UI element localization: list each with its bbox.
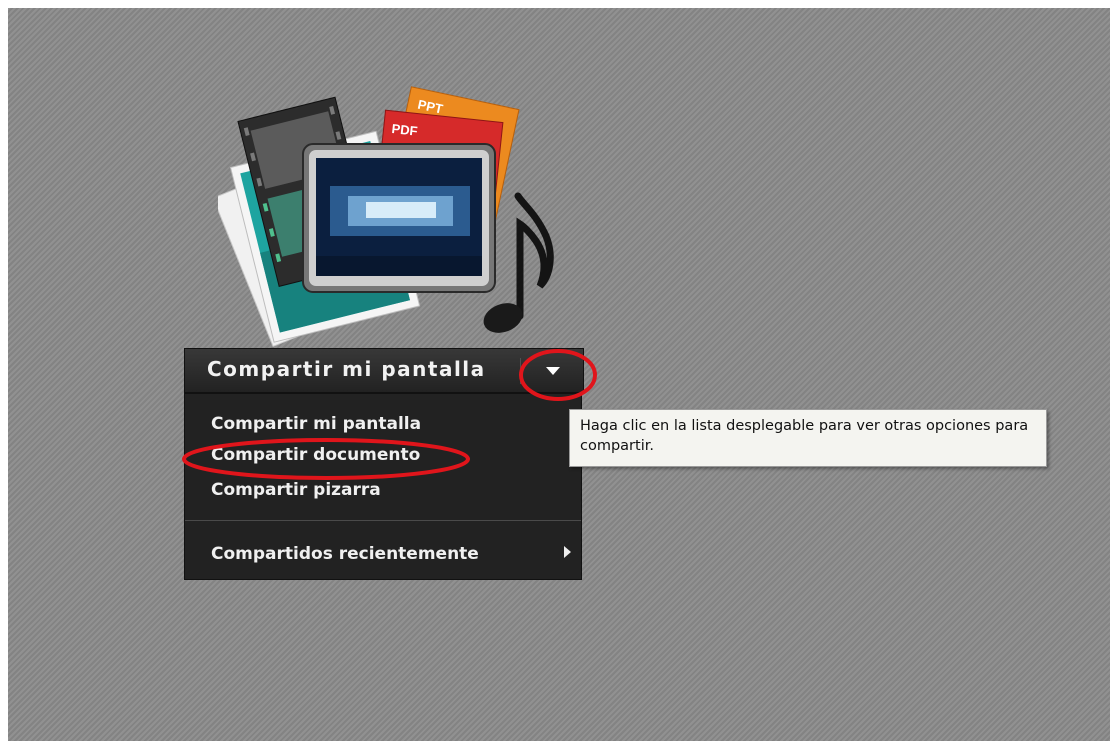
share-pod-stage: PPT PDF Compartir mi pantalla Compartir …	[8, 8, 1110, 741]
share-button-label: Compartir mi pantalla	[207, 357, 486, 381]
menu-item-share-screen[interactable]: Compartir mi pantalla	[211, 414, 421, 434]
dropdown-tooltip: Haga clic en la lista desplegable para v…	[569, 409, 1047, 467]
menu-separator	[185, 520, 581, 521]
menu-item-share-whiteboard[interactable]: Compartir pizarra	[211, 480, 381, 500]
menu-item-recently-shared[interactable]: Compartidos recientemente	[211, 544, 479, 564]
pdf-label: PDF	[391, 121, 418, 139]
menu-item-share-document[interactable]: Compartir documento	[211, 445, 420, 465]
share-dropdown-toggle[interactable]	[521, 349, 584, 392]
share-dropdown-menu: Compartir mi pantalla Compartir document…	[184, 393, 582, 580]
share-content-illustration: PPT PDF	[218, 86, 554, 348]
submenu-arrow-icon	[564, 546, 571, 558]
dropdown-arrow-icon	[545, 366, 560, 375]
share-my-screen-button[interactable]: Compartir mi pantalla	[184, 348, 584, 393]
